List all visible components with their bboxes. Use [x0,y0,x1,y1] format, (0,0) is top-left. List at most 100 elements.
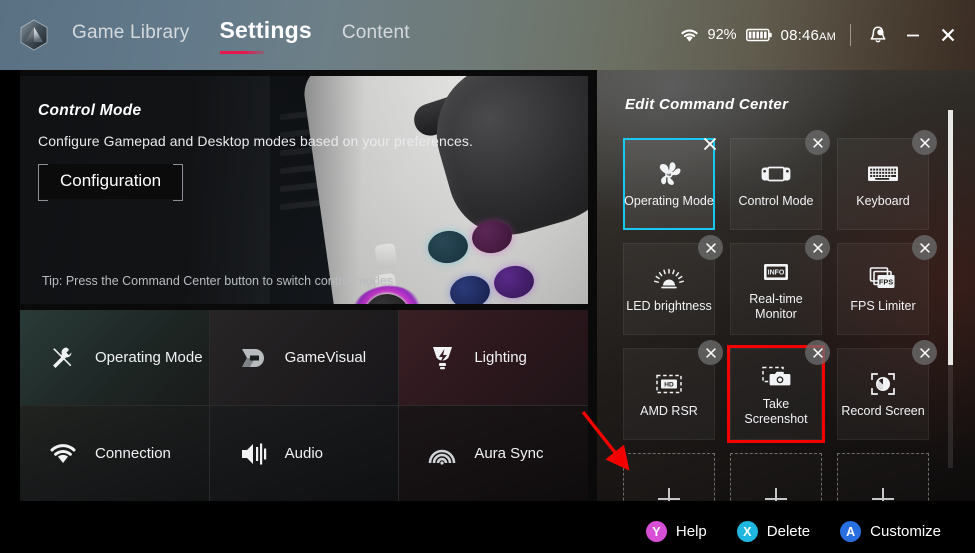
panel-title: Edit Command Center [625,96,789,113]
monitor-info-icon: INFO [760,257,792,287]
close-icon [705,347,716,358]
minimize-button[interactable] [900,22,926,48]
active-tab-underline [219,50,264,54]
footer-hint-delete[interactable]: X Delete [736,521,810,542]
armoury-crate-window: Game Library Settings Content 92% 08:46A… [0,0,975,553]
command-tile-fps-limiter[interactable]: FPS FPS Limiter [837,235,937,335]
footer-hint-label: Help [675,523,707,540]
command-tile-amd-rsr[interactable]: HD AMD RSR [623,340,723,440]
remove-tile-button[interactable] [697,131,722,156]
battery-icon [745,28,772,42]
handheld-icon [759,159,793,189]
remove-tile-button[interactable] [805,130,830,155]
bell-icon [870,26,886,43]
command-tile-keyboard[interactable]: Keyboard [837,130,937,230]
command-tile-control-mode[interactable]: Control Mode [730,130,830,230]
settings-item-label: Operating Mode [95,349,203,366]
command-tile-label: Control Mode [738,194,814,208]
button-badge-a: A [840,521,862,542]
remove-tile-button[interactable] [698,235,723,260]
main-nav: Game Library Settings Content [70,15,412,56]
keyboard-icon [866,159,900,189]
app-logo[interactable] [14,15,54,55]
clock-ampm: AM [819,30,836,43]
footer-hint-label: Customize [870,523,941,540]
gamevisual-icon [238,343,268,373]
close-icon [919,137,930,148]
scrollbar-thumb[interactable] [948,110,953,365]
footer-hint-help[interactable]: Y Help [645,521,707,542]
camera-icon [759,362,793,392]
close-icon [919,347,930,358]
close-icon [941,28,955,42]
lighting-bolt-icon [427,343,457,373]
settings-item-aura-sync[interactable]: Aura Sync [399,406,588,501]
tab-content[interactable]: Content [340,20,412,56]
close-icon [703,137,716,150]
button-badge-x: X [736,521,758,542]
command-tile-operating-mode[interactable]: Operating Mode [623,137,716,230]
svg-text:FPS: FPS [879,277,893,286]
button-badge-y: Y [645,521,667,542]
tab-game-library[interactable]: Game Library [70,20,192,56]
settings-item-label: Lighting [474,349,527,366]
tab-label: Content [341,21,410,43]
command-tile-label: LED brightness [626,299,712,313]
remove-tile-button[interactable] [698,340,723,365]
close-icon [812,137,823,148]
command-tile-label: Record Screen [841,404,925,418]
hero-title: Control Mode [38,102,142,119]
settings-tile-grid: Operating Mode GameVisual Lighting Conne… [20,310,588,501]
settings-item-lighting[interactable]: Lighting [399,310,588,405]
settings-item-connection[interactable]: Connection [20,406,209,501]
record-icon [868,369,898,399]
command-center-tile-grid: Operating Mode Control Mode Keyboard LED… [623,130,943,510]
notification-bell-button[interactable] [865,22,891,48]
footer-hint-customize[interactable]: A Customize [840,521,941,542]
fan-icon [654,159,684,189]
status-divider [850,24,851,46]
command-tile-led-brightness[interactable]: LED brightness [623,235,723,335]
clock: 08:46AM [781,27,836,44]
hero-subtitle: Configure Gamepad and Desktop modes base… [38,133,474,149]
settings-item-audio[interactable]: Audio [209,406,399,501]
clock-time: 08:46 [780,26,820,44]
left-window-margin [0,70,20,553]
close-icon [812,347,823,358]
aura-sync-icon [427,439,457,469]
settings-left-column: Control Mode Configure Gamepad and Deskt… [20,76,588,501]
title-bar: Game Library Settings Content 92% 08:46A… [0,0,975,70]
settings-item-label: GameVisual [284,349,367,366]
armoury-hex-logo-icon [20,19,48,51]
hero-text-block: Control Mode Configure Gamepad and Deskt… [38,102,578,201]
tab-label: Settings [219,16,312,43]
command-center-scrollbar[interactable] [948,110,953,468]
command-tile-real-time-monitor[interactable]: INFO Real-time Monitor [730,235,830,335]
tools-icon [48,343,78,373]
wifi-icon [48,439,78,469]
remove-tile-button[interactable] [805,235,830,260]
remove-tile-button[interactable] [912,340,937,365]
configuration-button[interactable]: Configuration [38,164,184,201]
wifi-icon [680,29,698,42]
settings-item-operating-mode[interactable]: Operating Mode [20,310,209,405]
close-button[interactable] [935,22,961,48]
command-tile-take-screenshot[interactable]: Take Screenshot [727,340,830,443]
bottom-window-margin [0,501,975,510]
close-icon [812,242,823,253]
command-tile-record-screen[interactable]: Record Screen [837,340,937,440]
remove-tile-button[interactable] [912,235,937,260]
speaker-icon [238,439,268,469]
remove-tile-button[interactable] [805,340,830,365]
tab-settings[interactable]: Settings [218,15,314,56]
settings-item-gamevisual[interactable]: GameVisual [209,310,399,405]
command-tile-label: Operating Mode [624,194,714,208]
settings-item-label: Aura Sync [474,445,544,462]
hd-icon: HD [653,369,685,399]
command-tile-label: Keyboard [856,194,910,208]
command-tile-label: Take Screenshot [744,396,808,426]
edit-command-center-panel: Edit Command Center Operating Mode Contr… [597,70,975,510]
remove-tile-button[interactable] [912,130,937,155]
command-tile-label: AMD RSR [640,404,698,418]
command-tile-label: FPS Limiter [850,299,916,313]
